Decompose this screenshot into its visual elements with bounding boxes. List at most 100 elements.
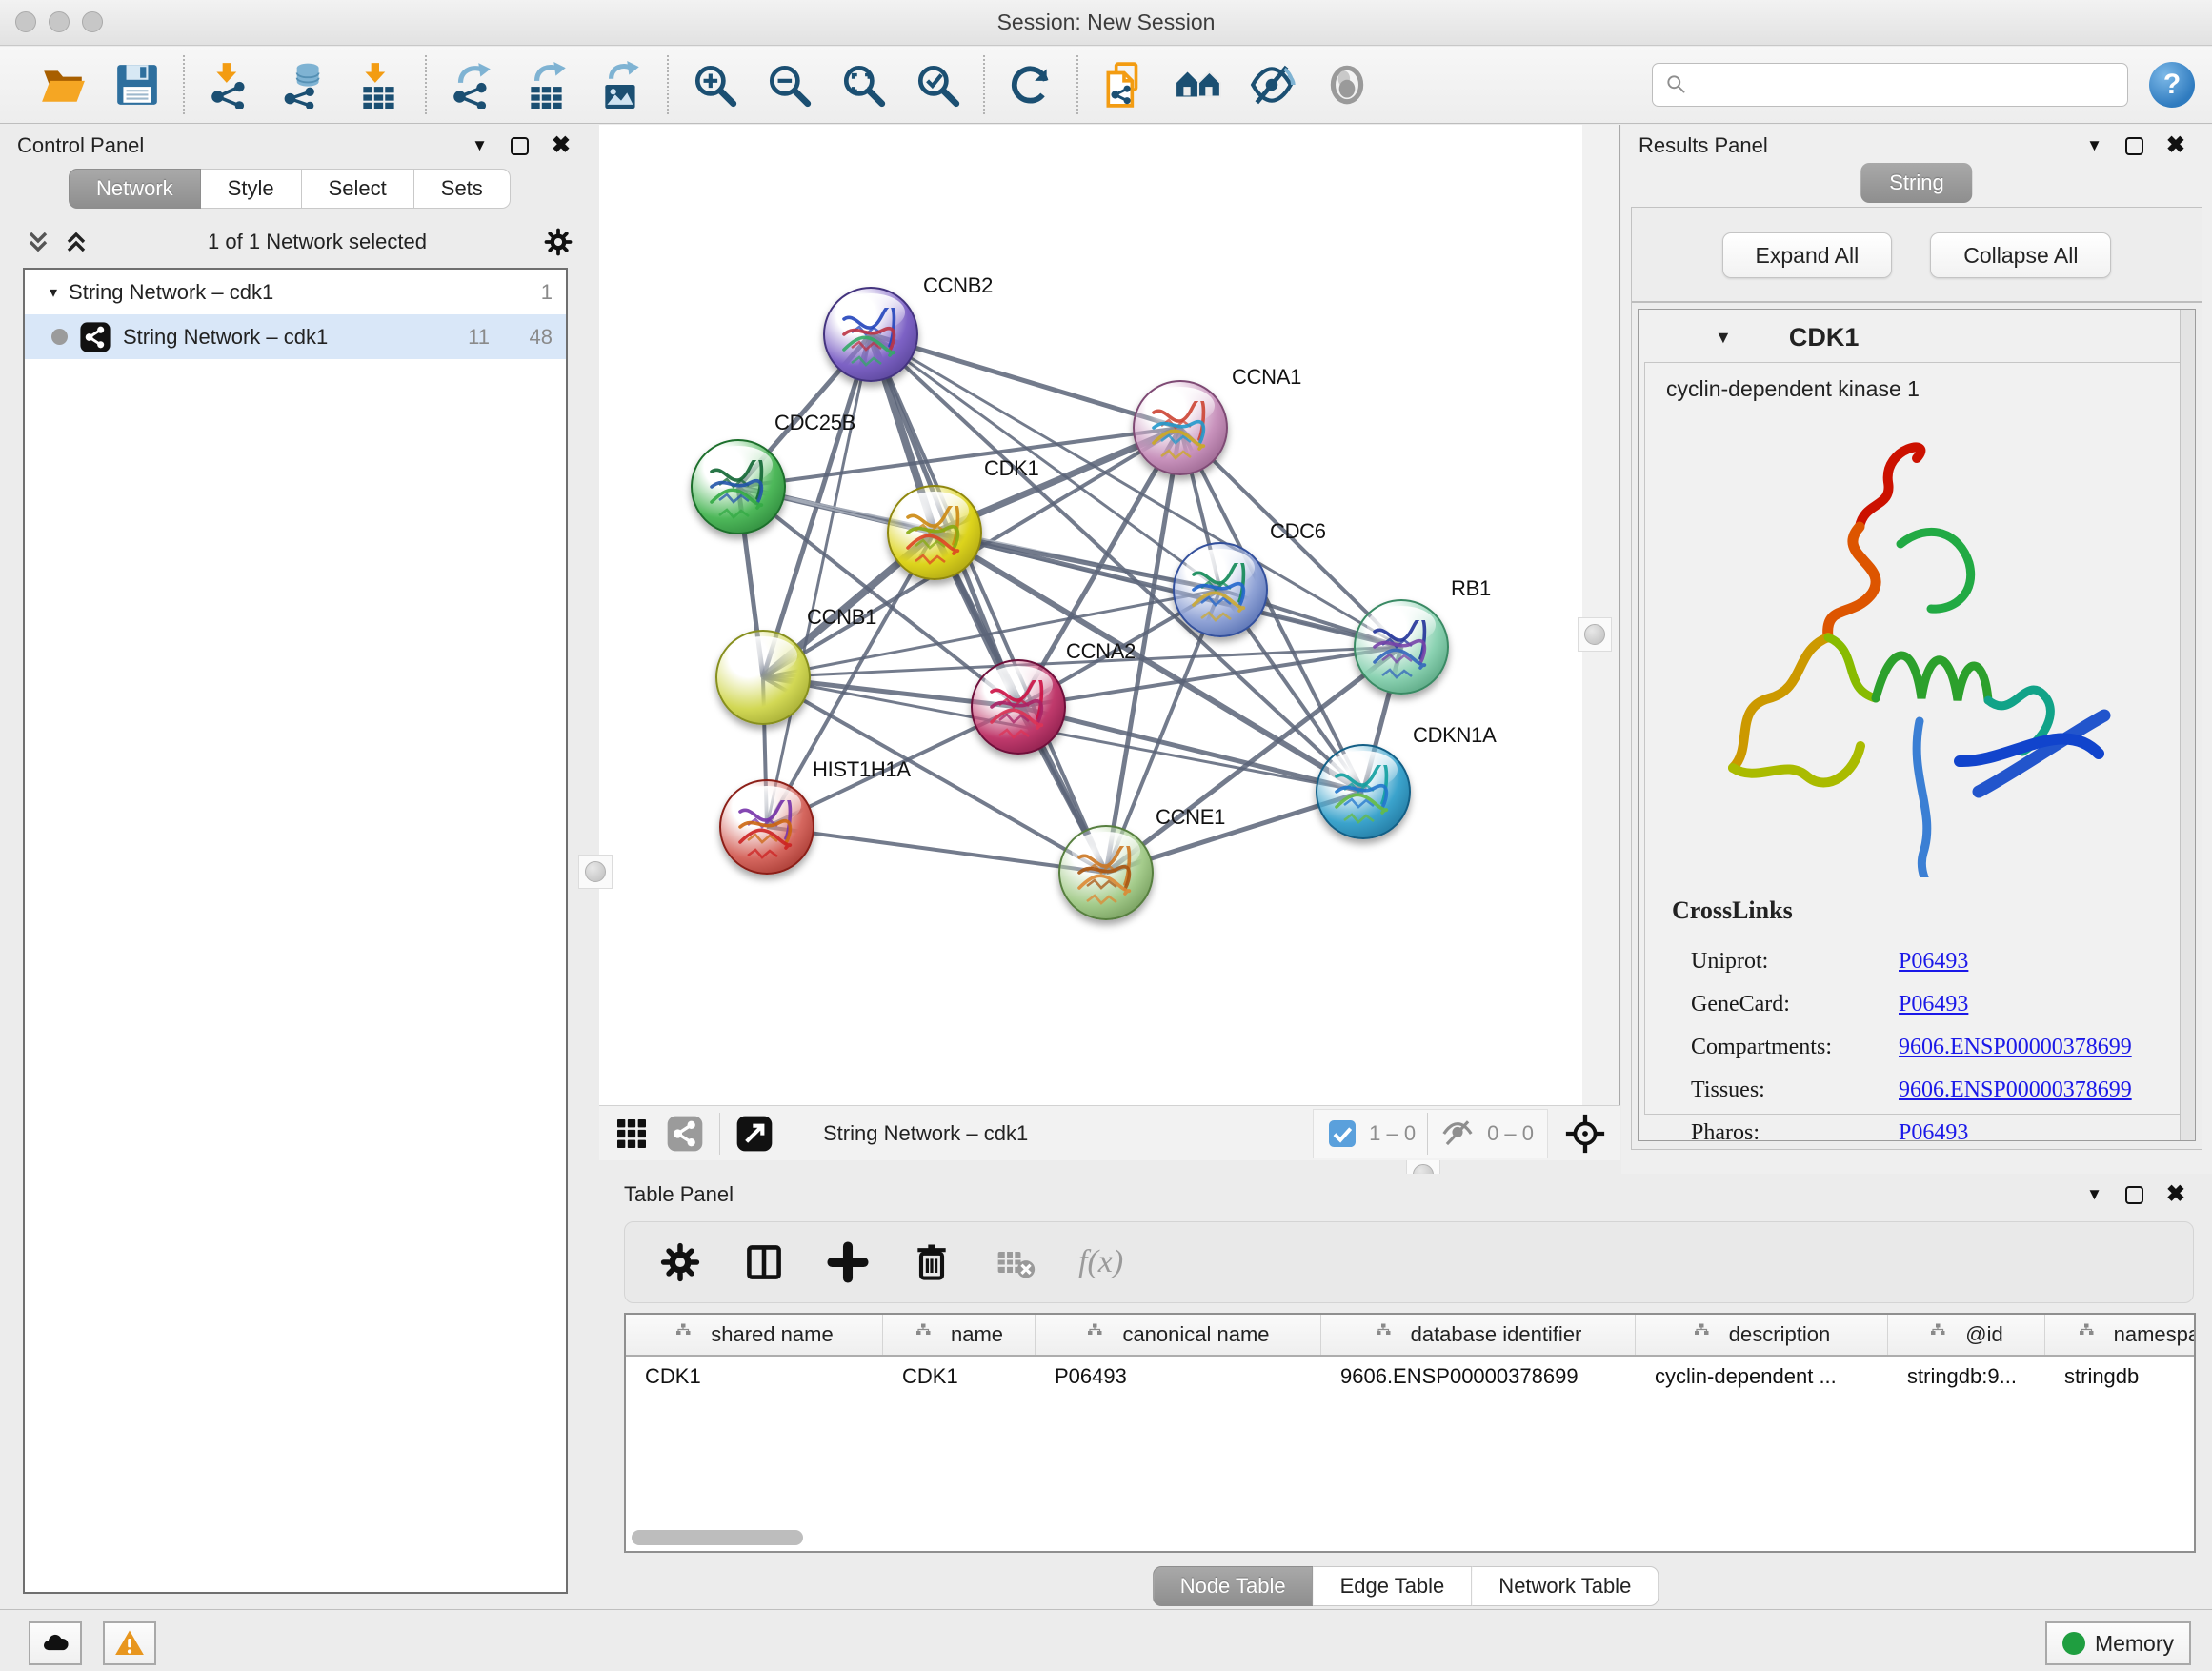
- network-node-CDK1[interactable]: [887, 485, 982, 580]
- delete-column-icon[interactable]: [911, 1241, 953, 1283]
- crosslink-link[interactable]: P06493: [1899, 949, 1968, 975]
- column-header-sharedname[interactable]: shared name: [626, 1315, 883, 1355]
- warnings-button[interactable]: [103, 1621, 156, 1665]
- network-collection-row[interactable]: ▾ String Network – cdk1 1: [25, 270, 566, 314]
- zoom-in-button[interactable]: [690, 60, 739, 110]
- float-results-icon[interactable]: ▼: [2086, 136, 2102, 155]
- zoom-fit-button[interactable]: [838, 60, 888, 110]
- import-table-button[interactable]: [354, 60, 404, 110]
- tab-edge-table[interactable]: Edge Table: [1314, 1566, 1473, 1606]
- expand-all-button[interactable]: Expand All: [1722, 232, 1893, 278]
- network-row[interactable]: String Network – cdk1 11 48: [25, 314, 566, 359]
- tab-network-table[interactable]: Network Table: [1472, 1566, 1659, 1606]
- crosslink-link[interactable]: P06493: [1899, 992, 1968, 1017]
- memory-button[interactable]: Memory: [2045, 1621, 2191, 1665]
- column-header-name[interactable]: name: [883, 1315, 1036, 1355]
- column-header-databaseidentifier[interactable]: database identifier: [1321, 1315, 1636, 1355]
- function-builder-icon[interactable]: f(x): [1078, 1244, 1123, 1280]
- node-label-CCNB2: CCNB2: [923, 273, 993, 298]
- grid-view-icon[interactable]: [613, 1115, 651, 1153]
- network-node-CCNB1[interactable]: [715, 630, 811, 725]
- open-session-button[interactable]: [38, 60, 88, 110]
- node-label-CCNA2: CCNA2: [1066, 639, 1136, 664]
- expand-all-networks-icon[interactable]: [19, 228, 57, 256]
- network-node-CDKN1A[interactable]: [1316, 744, 1411, 839]
- network-canvas[interactable]: CCNB2CCNA1CDC25BCDK1CDC6RB1CCNB1CCNA2CDK…: [599, 125, 1582, 1105]
- maximize-panel-icon[interactable]: [511, 137, 529, 155]
- export-image-button[interactable]: [596, 60, 646, 110]
- crosslink-link[interactable]: 9606.ENSP00000378699: [1899, 1035, 2132, 1060]
- network-node-HIST1H1A[interactable]: [719, 779, 814, 875]
- save-session-button[interactable]: [112, 60, 162, 110]
- help-button[interactable]: ?: [2149, 62, 2195, 108]
- tab-select[interactable]: Select: [302, 169, 414, 209]
- node-structure-thumbnail: [706, 460, 771, 519]
- zoom-out-button[interactable]: [764, 60, 814, 110]
- close-table-icon[interactable]: ✖: [2166, 1183, 2185, 1206]
- close-results-icon[interactable]: ✖: [2166, 134, 2185, 157]
- tab-sets[interactable]: Sets: [414, 169, 511, 209]
- column-header-namespace[interactable]: namespace: [2045, 1315, 2196, 1355]
- tree-icon: [1929, 1323, 1954, 1346]
- export-network-button[interactable]: [448, 60, 497, 110]
- birdseye-crosshair-icon[interactable]: [1563, 1112, 1607, 1156]
- zoom-selected-button[interactable]: [913, 60, 962, 110]
- maximize-results-icon[interactable]: [2125, 137, 2143, 155]
- tab-node-table[interactable]: Node Table: [1153, 1566, 1314, 1606]
- float-table-icon[interactable]: ▼: [2086, 1185, 2102, 1204]
- network-node-CDC6[interactable]: [1173, 542, 1268, 637]
- import-database-button[interactable]: [280, 60, 330, 110]
- detach-view-icon[interactable]: [735, 1115, 774, 1153]
- crosslink-label: Uniprot:: [1691, 949, 1899, 975]
- network-node-CCNA1[interactable]: [1133, 380, 1228, 475]
- hidden-eye-slash-icon[interactable]: [1439, 1116, 1476, 1152]
- tab-network[interactable]: Network: [69, 169, 201, 209]
- export-table-button[interactable]: [522, 60, 572, 110]
- splitter-handle-left[interactable]: [578, 855, 613, 889]
- import-network-icon: [207, 61, 254, 109]
- table-row[interactable]: CDK1CDK1P064939606.ENSP00000378699cyclin…: [626, 1357, 2194, 1397]
- hide-panel-glasses-button[interactable]: [1248, 60, 1297, 110]
- network-view-share-icon[interactable]: [666, 1115, 704, 1153]
- network-node-CCNE1[interactable]: [1058, 825, 1154, 920]
- node-table[interactable]: shared namenamecanonical namedatabase id…: [624, 1313, 2196, 1553]
- selected-checkbox-icon[interactable]: [1327, 1118, 1357, 1149]
- splitter-handle-right[interactable]: [1578, 617, 1612, 652]
- network-node-RB1[interactable]: [1354, 599, 1449, 695]
- float-panel-icon[interactable]: ▼: [472, 136, 488, 155]
- add-column-icon[interactable]: [827, 1241, 869, 1283]
- collection-expand-icon[interactable]: ▾: [50, 283, 57, 302]
- network-options-gear-icon[interactable]: [539, 228, 577, 256]
- maximize-table-icon[interactable]: [2125, 1186, 2143, 1204]
- refresh-button[interactable]: [1006, 60, 1056, 110]
- tab-style[interactable]: Style: [201, 169, 302, 209]
- collapse-all-networks-icon[interactable]: [57, 228, 95, 256]
- search-box[interactable]: [1652, 63, 2128, 107]
- tab-string[interactable]: String: [1860, 163, 1972, 203]
- show-panel-eye-button[interactable]: [1322, 60, 1372, 110]
- show-columns-icon[interactable]: [743, 1241, 785, 1283]
- close-panel-icon[interactable]: ✖: [552, 134, 571, 157]
- table-hscrollbar[interactable]: [626, 1530, 2194, 1547]
- network-node-CDC25B[interactable]: [691, 439, 786, 534]
- network-node-CCNB2[interactable]: [823, 287, 918, 382]
- import-network-button[interactable]: [206, 60, 255, 110]
- cloud-status-button[interactable]: [29, 1621, 82, 1665]
- column-header-description[interactable]: description: [1636, 1315, 1888, 1355]
- tree-icon: [915, 1323, 939, 1346]
- network-node-CCNA2[interactable]: [971, 659, 1066, 755]
- column-header-canonicalname[interactable]: canonical name: [1036, 1315, 1321, 1355]
- clone-network-button[interactable]: [1099, 60, 1149, 110]
- crosslink-link[interactable]: P06493: [1899, 1120, 1968, 1141]
- column-header-id[interactable]: @id: [1888, 1315, 2045, 1355]
- table-settings-gear-icon[interactable]: [659, 1241, 701, 1283]
- home-network-button[interactable]: [1174, 60, 1223, 110]
- delete-table-icon[interactable]: [995, 1241, 1036, 1283]
- table-cell: 9606.ENSP00000378699: [1321, 1364, 1636, 1389]
- search-input[interactable]: [1697, 73, 2116, 96]
- collapse-all-button[interactable]: Collapse All: [1930, 232, 2111, 278]
- network-scrollbar-strip[interactable]: [1582, 125, 1620, 1105]
- gene-collapse-icon[interactable]: ▼: [1715, 328, 1732, 348]
- results-scrollbar[interactable]: [2180, 310, 2195, 1140]
- crosslink-link[interactable]: 9606.ENSP00000378699: [1899, 1077, 2132, 1103]
